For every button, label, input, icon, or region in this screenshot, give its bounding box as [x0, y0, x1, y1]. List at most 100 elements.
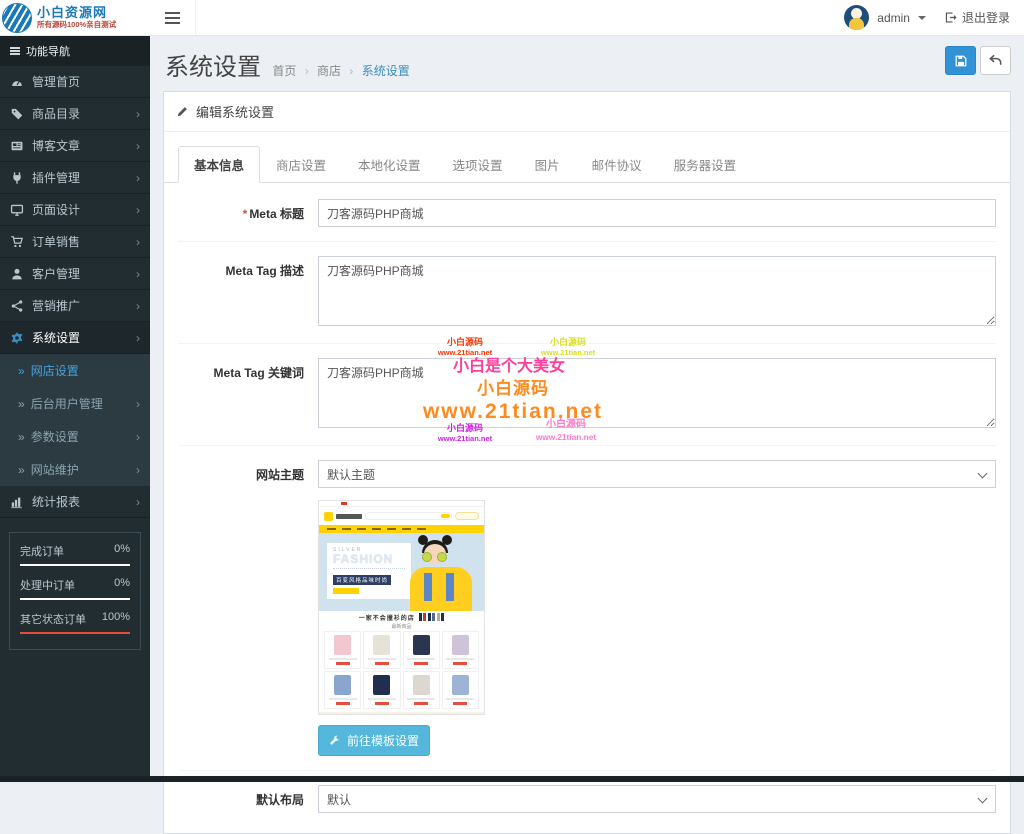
chevron-right-icon: › — [136, 202, 140, 217]
chevron-right-icon: › — [136, 234, 140, 249]
submenu-item-parameters[interactable]: » 参数设置 › — [0, 420, 150, 453]
logout-icon — [945, 12, 957, 23]
chevron-right-icon: › — [136, 429, 140, 444]
undo-arrow-icon — [989, 54, 1002, 65]
tab-basic-info[interactable]: 基本信息 — [178, 146, 261, 183]
sidebar-item-orders[interactable]: 订单销售 › — [0, 226, 150, 258]
meta-title-label: Meta 标题 — [249, 207, 304, 221]
user-menu[interactable]: admin — [844, 5, 926, 30]
monitor-icon — [10, 204, 24, 216]
breadcrumb-home[interactable]: 首页 — [272, 64, 296, 78]
gear-icon — [11, 331, 23, 344]
settings-submenu: » 网店设置 » 后台用户管理 › » 参数设置 › » 网站维护 › — [0, 354, 150, 486]
order-stats-box: 完成订单 0% 处理中订单 0% 其它状态订单 100% — [9, 532, 141, 650]
chevron-right-icon: › — [136, 462, 140, 477]
submenu-item-admin-users[interactable]: » 后台用户管理 › — [0, 387, 150, 420]
preview-hero-banner: SILVER FASHION 百变风格品味时尚 — [319, 533, 484, 611]
progress-bar — [20, 632, 130, 634]
newspaper-icon — [11, 141, 23, 150]
preview-logo — [324, 511, 333, 521]
sidebar-item-plugins[interactable]: 插件管理 › — [0, 162, 150, 194]
theme-select-value: 默认主题 — [327, 467, 376, 482]
submenu-item-maintenance[interactable]: » 网站维护 › — [0, 453, 150, 486]
stat-value: 0% — [114, 543, 130, 555]
globe-logo-icon — [2, 2, 32, 33]
logo-subtitle: 所有源码100%亲自测试 — [37, 19, 117, 29]
breadcrumb-store[interactable]: 商店 — [317, 64, 341, 78]
chevron-right-icon: › — [136, 494, 140, 509]
menu-icon — [10, 46, 20, 57]
progress-bar — [20, 598, 130, 600]
go-to-template-settings-button[interactable]: 前往模板设置 — [318, 725, 431, 756]
sidebar-item-marketing[interactable]: 营销推广 › — [0, 290, 150, 322]
save-icon — [955, 55, 966, 66]
logout-button[interactable]: 退出登录 — [944, 9, 1010, 26]
layout-label: 默认布局 — [255, 793, 304, 807]
tab-server[interactable]: 服务器设置 — [658, 146, 753, 183]
top-bar: 小白资源网 所有源码100%亲自测试 admin 退出登录 — [0, 0, 1024, 36]
page-footer-bar — [0, 776, 1024, 782]
site-logo[interactable]: 小白资源网 所有源码100%亲自测试 — [0, 0, 150, 35]
sidebar-item-design[interactable]: 页面设计 › — [0, 194, 150, 226]
sidebar-item-dashboard[interactable]: 管理首页 — [0, 66, 150, 98]
tab-mail[interactable]: 邮件协议 — [576, 146, 658, 183]
meta-description-label: Meta Tag 描述 — [225, 264, 304, 278]
panel-title: 编辑系统设置 — [196, 105, 275, 120]
settings-form: *Meta 标题 Meta Tag 描述 刀客源码PHP商城 Meta Tag … — [164, 183, 1010, 833]
submenu-item-store-settings[interactable]: » 网店设置 — [0, 354, 150, 387]
preview-nav-bar — [319, 525, 484, 533]
back-button[interactable] — [980, 46, 1011, 75]
sidebar-item-settings[interactable]: 系统设置 › — [0, 322, 150, 354]
avatar — [844, 5, 870, 30]
plugin-icon — [13, 171, 21, 184]
chevron-right-icon: › — [136, 170, 140, 185]
meta-keywords-textarea[interactable]: 刀客源码PHP商城 — [318, 358, 996, 428]
main-content: 系统设置 首页 › 商店 › 系统设置 编辑系统设置 基本信息 商店设置 本地化… — [150, 36, 1024, 834]
tab-images[interactable]: 图片 — [519, 146, 576, 183]
stat-completed-orders: 完成订单 0% — [20, 543, 130, 566]
wrench-icon — [330, 735, 340, 745]
tags-icon — [11, 108, 23, 119]
breadcrumb: 首页 › 商店 › 系统设置 — [272, 64, 410, 78]
stat-value: 100% — [101, 611, 130, 623]
sidebar-item-customers[interactable]: 客户管理 › — [0, 258, 150, 290]
save-button[interactable] — [945, 46, 976, 75]
required-asterisk: * — [242, 207, 248, 221]
share-icon — [11, 299, 23, 312]
meta-description-textarea[interactable]: 刀客源码PHP商城 — [318, 256, 996, 326]
sidebar-item-reports[interactable]: 统计报表 › — [0, 486, 150, 518]
chevron-right-icon: › — [136, 106, 140, 121]
user-icon — [12, 268, 22, 279]
edit-settings-panel: 编辑系统设置 基本信息 商店设置 本地化设置 选项设置 图片 邮件协议 服务器设… — [163, 91, 1011, 834]
sidebar: 功能导航 管理首页 商品目录 › 博客文章 › 插件管理 › 页面设计 › 订单… — [0, 36, 150, 782]
theme-preview-image: SILVER FASHION 百变风格品味时尚 一家不会撞衫的店 最新商品 — [318, 500, 485, 715]
bar-chart-icon — [11, 497, 22, 508]
layout-select-value: 默认 — [327, 792, 352, 807]
logout-label: 退出登录 — [961, 11, 1010, 25]
form-row-meta-description: Meta Tag 描述 刀客源码PHP商城 — [178, 242, 996, 344]
page-title: 系统设置 — [165, 54, 261, 81]
breadcrumb-current: 系统设置 — [361, 64, 410, 78]
sidebar-item-blog[interactable]: 博客文章 › — [0, 130, 150, 162]
cart-icon — [11, 235, 23, 247]
preview-cart — [455, 512, 479, 520]
template-button-label: 前往模板设置 — [347, 734, 420, 748]
tab-options[interactable]: 选项设置 — [437, 146, 519, 183]
tab-localization[interactable]: 本地化设置 — [342, 146, 437, 183]
layout-select[interactable]: 默认 — [318, 785, 996, 813]
username: admin — [877, 10, 910, 25]
panel-header: 编辑系统设置 — [164, 92, 1010, 132]
logo-title: 小白资源网 — [37, 5, 108, 21]
meta-title-input[interactable] — [318, 199, 996, 227]
theme-select[interactable]: 默认主题 — [318, 460, 996, 488]
chevron-right-icon: › — [136, 330, 140, 345]
sidebar-nav-header: 功能导航 — [0, 36, 150, 66]
tab-store-settings[interactable]: 商店设置 — [260, 146, 342, 183]
content-header: 系统设置 首页 › 商店 › 系统设置 — [150, 36, 1024, 91]
sidebar-item-catalog[interactable]: 商品目录 › — [0, 98, 150, 130]
sidebar-toggle-button[interactable] — [150, 0, 196, 35]
settings-tabs: 基本信息 商店设置 本地化设置 选项设置 图片 邮件协议 服务器设置 — [164, 132, 1010, 183]
theme-label: 网站主题 — [255, 468, 304, 482]
chevron-down-icon — [917, 15, 926, 20]
form-row-meta-keywords: Meta Tag 关键词 刀客源码PHP商城 — [178, 344, 996, 446]
